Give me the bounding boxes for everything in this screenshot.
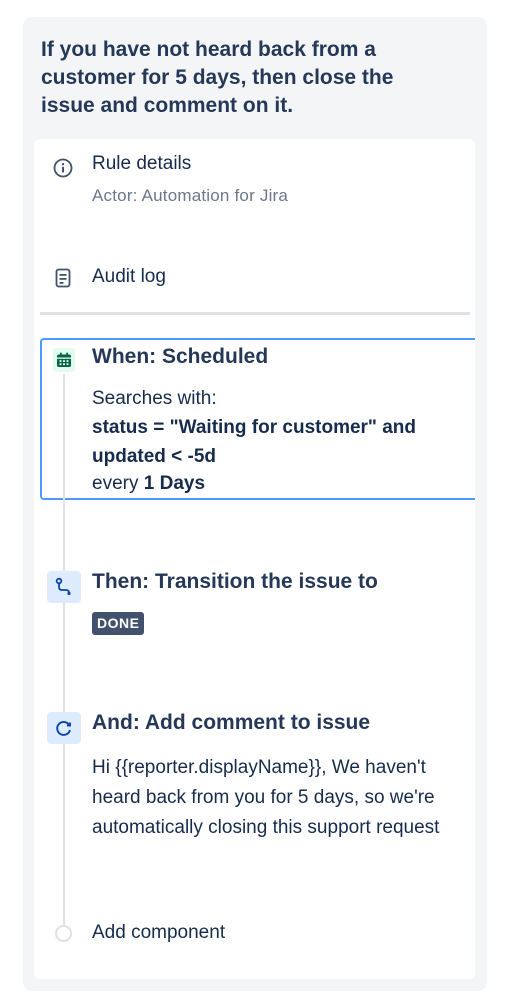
- transition-title[interactable]: Then: Transition the issue to: [92, 570, 378, 594]
- every-value: 1 Days: [143, 473, 206, 494]
- transition-icon: [47, 571, 81, 603]
- info-icon: [52, 157, 74, 179]
- comment-preview: Hi {{reporter.displayName}}, We haven't …: [92, 753, 475, 843]
- timeline-connector: [63, 374, 65, 500]
- searches-label: Searches with:: [92, 388, 217, 409]
- schedule-frequency: every 1 Days: [92, 469, 205, 498]
- comment-line: Hi {{reporter.displayName}}, We haven't: [92, 757, 426, 778]
- comment-action-title[interactable]: And: Add comment to issue: [92, 711, 370, 735]
- comment-line: heard back from you for 5 days, so we're: [92, 787, 435, 808]
- document-icon: [54, 267, 72, 289]
- calendar-icon: [53, 348, 75, 372]
- rule-title: If you have not heard back from a custom…: [41, 38, 394, 117]
- add-component-node-icon: [55, 925, 72, 942]
- comment-line: automatically closing this support reque…: [92, 817, 440, 838]
- every-prefix: every: [92, 473, 144, 494]
- audit-log-link[interactable]: Audit log: [92, 266, 166, 288]
- status-lozenge: DONE: [92, 612, 145, 635]
- comment-action-icon: [47, 712, 81, 744]
- jql-query-line: updated < -5d: [92, 446, 217, 467]
- jql-query-line: status = "Waiting for customer" and: [92, 417, 416, 438]
- trigger-title: When: Scheduled: [92, 345, 269, 368]
- rule-details-link[interactable]: Rule details: [92, 153, 191, 175]
- divider: [40, 312, 470, 315]
- trigger-scheduled-item[interactable]: When: Scheduled Searches with: status = …: [40, 338, 475, 500]
- add-component-button[interactable]: Add component: [92, 922, 225, 944]
- rule-components-card: Rule details Actor: Automation for Jira …: [34, 139, 475, 979]
- rule-panel: If you have not heard back from a custom…: [23, 17, 487, 991]
- rule-actor: Actor: Automation for Jira: [92, 186, 289, 205]
